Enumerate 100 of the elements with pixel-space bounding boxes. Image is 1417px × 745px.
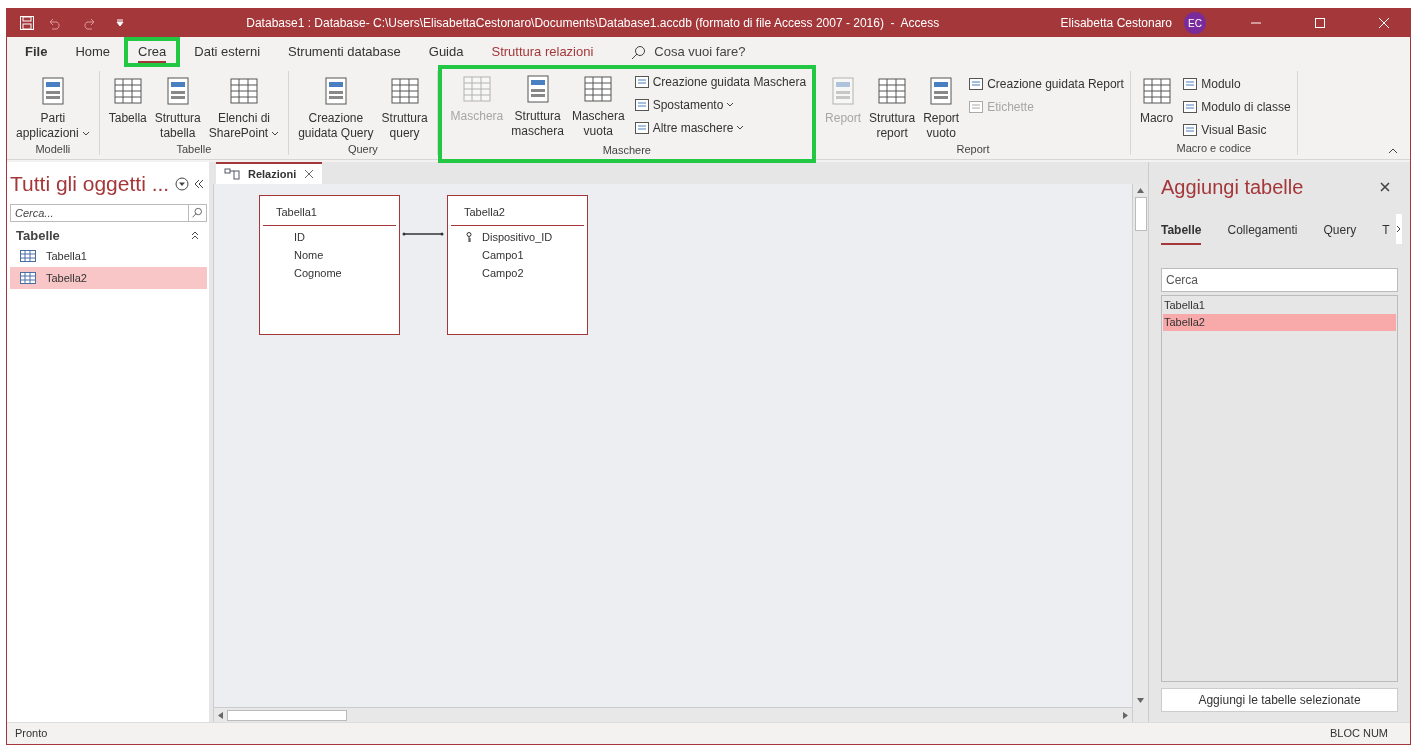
ribbon-tab[interactable]: Strumenti database (274, 37, 415, 67)
group-label: Modelli (34, 142, 72, 157)
ribbon-button[interactable]: Visual Basic (1182, 119, 1291, 140)
field-name: Campo1 (482, 248, 524, 264)
chevron-icon (1395, 225, 1401, 233)
ribbon-tab[interactable]: Home (61, 37, 125, 67)
ribbon-button[interactable]: Struttura query (378, 71, 431, 141)
field-name: Campo2 (482, 266, 524, 282)
window-icon (633, 119, 650, 136)
status-text: Pronto (15, 726, 48, 742)
search-field[interactable]: Cerca (1161, 268, 1398, 292)
collapse-group-icon[interactable] (191, 230, 199, 240)
nav-item[interactable]: Tabella1 (10, 245, 207, 267)
window-icon (633, 96, 650, 113)
ribbon-tab[interactable]: Struttura relazioni (477, 37, 608, 67)
horizontal-scrollbar[interactable] (214, 707, 1132, 722)
pane-tab[interactable]: Collegamenti (1227, 217, 1298, 245)
field-name: ID (294, 230, 305, 246)
pane-tab[interactable]: Query (1323, 217, 1357, 245)
table-box[interactable]: Tabella2 Dispositivo_ID Campo1 Campo2 (447, 195, 588, 335)
field-name: Nome (294, 248, 324, 264)
ribbon-tab[interactable]: Guida (414, 37, 478, 67)
ribbon-button[interactable]: Macro (1136, 71, 1177, 126)
grid-icon (1140, 75, 1173, 107)
window-title: Database1 : Database- C:\Users\ElisabettaCestonaro\Documents\Database1.accdb (formato di file Access 2007 - 2016) - Access (246, 15, 940, 32)
window-icon (1182, 98, 1199, 115)
grid-icon (876, 75, 909, 107)
ribbon-button[interactable]: Creazione guidata Query (295, 71, 377, 141)
maximize-icon[interactable] (1314, 17, 1326, 29)
field-name: Dispositivo_ID (482, 230, 553, 246)
ribbon-tab[interactable]: Crea (124, 37, 181, 67)
collapse-ribbon-icon[interactable] (1388, 147, 1398, 155)
ribbon-button[interactable]: Struttura tabella (151, 71, 204, 141)
nav-item[interactable]: Tabella2 (10, 267, 207, 289)
customize-icon[interactable] (115, 18, 125, 28)
user-avatar[interactable]: EC (1184, 12, 1206, 34)
ribbon-button[interactable]: Maschera vuota (568, 69, 628, 139)
search-field[interactable]: Cerca... (10, 203, 189, 222)
pane-tab[interactable]: Tabelle (1161, 217, 1202, 245)
ribbon-button[interactable]: Modulo di classe (1182, 96, 1291, 117)
search-icon[interactable] (189, 203, 207, 222)
grid-icon (582, 73, 615, 105)
window-icon (968, 98, 985, 115)
table-icon (20, 272, 36, 284)
scroll-down-icon[interactable] (1137, 698, 1144, 703)
close-icon[interactable] (1380, 182, 1390, 192)
grid-icon (460, 73, 493, 105)
ribbon-button[interactable]: Modulo (1182, 73, 1291, 94)
collapse-icon[interactable] (193, 177, 205, 190)
scroll-up-icon[interactable] (1137, 188, 1144, 193)
ribbon-button[interactable]: Report vuoto (920, 71, 963, 141)
group-label: Maschere (601, 142, 652, 158)
tell-me-field[interactable]: Cosa vuoi fare? (654, 42, 746, 62)
ribbon-button[interactable]: Altre maschere (633, 117, 807, 138)
close-tab-icon[interactable] (304, 169, 315, 179)
caret-icon (81, 131, 90, 137)
vertical-scrollbar[interactable] (1132, 184, 1148, 722)
window-icon (1182, 75, 1199, 92)
pane-tab[interactable]: T (1382, 217, 1390, 245)
ribbon-button[interactable]: Struttura maschera (508, 69, 567, 139)
scroll-left-icon[interactable] (218, 711, 223, 719)
relationships-icon (224, 168, 240, 180)
relationship-line (402, 230, 444, 238)
group-label: Macro e codice (1175, 141, 1253, 156)
ribbon-tab[interactable]: Dati esterni (180, 37, 275, 67)
window-icon (1182, 121, 1199, 138)
ribbon-button[interactable]: Creazione guidata Maschera (633, 71, 807, 92)
caret-icon (736, 125, 745, 130)
document-tab[interactable]: Relazioni (216, 162, 323, 184)
ribbon-button[interactable]: Struttura report (866, 71, 919, 141)
search-icon (631, 44, 647, 60)
scroll-thumb[interactable] (227, 709, 347, 721)
nav-group-header[interactable]: Tabelle (16, 225, 191, 245)
group-label: Report (955, 142, 991, 157)
list-item[interactable]: Tabella1 (1163, 297, 1396, 314)
user-name: Elisabetta Cestonaro (1060, 15, 1172, 32)
scroll-right-icon[interactable] (1123, 711, 1128, 719)
pane-title: Aggiungi tabelle (1161, 175, 1305, 200)
group-label: Tabelle (175, 142, 213, 157)
caret-icon (271, 131, 280, 137)
scroll-thumb[interactable] (1134, 197, 1147, 231)
nav-pane-title: Tutti gli oggetti ... (10, 171, 171, 197)
ribbon-button[interactable]: Elenchi di SharePoint (205, 71, 283, 141)
list-item[interactable]: Tabella2 (1163, 314, 1396, 331)
num-lock-indicator: BLOC NUM (1329, 726, 1388, 742)
dropdown-icon[interactable] (175, 176, 189, 191)
grid-icon (388, 75, 421, 107)
table-icon (20, 250, 36, 262)
scroll-tabs-button[interactable] (1395, 214, 1402, 244)
add-selected-button[interactable]: Aggiungi le tabelle selezionate (1161, 688, 1398, 712)
ribbon-button[interactable]: Parti applicazioni (13, 71, 93, 141)
table-box[interactable]: Tabella1 ID Nome Cognome (259, 195, 400, 335)
ribbon-button[interactable]: Spostamento (633, 94, 807, 115)
grid-icon (227, 75, 260, 107)
ribbon-tab[interactable]: File (11, 37, 62, 67)
save-icon[interactable] (19, 15, 35, 31)
ribbon-button[interactable]: Tabella (105, 71, 150, 126)
table-name: Tabella1 (263, 196, 396, 226)
window-icon (633, 73, 650, 90)
ribbon-button[interactable]: Creazione guidata Report (968, 73, 1124, 94)
